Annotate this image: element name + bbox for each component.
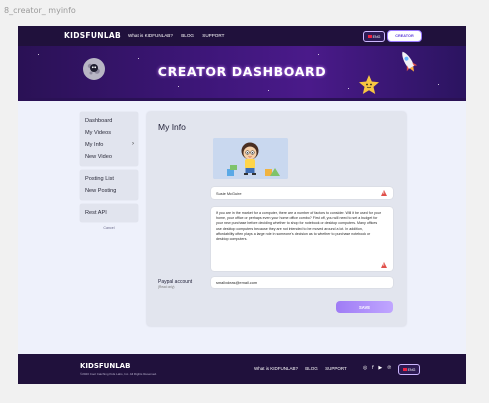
top-nav: KIDSFUNLAB What is KIDFUNLAB? BLOG SUPPO… [18,26,466,46]
pinterest-icon[interactable]: ℗ [387,365,392,371]
sidebar-group-api: Rest API [80,204,138,222]
language-selector[interactable]: ENG [363,31,385,42]
frame-label: 8_creator_ myinfo [4,6,76,15]
girl-with-blocks-icon [213,138,288,179]
paypal-field: smallxdeas@email.com [211,277,393,288]
page: KIDSFUNLAB What is KIDFUNLAB? BLOG SUPPO… [18,26,466,384]
sidebar-item-posting-list[interactable]: Posting List [80,173,138,185]
nav-link-support[interactable]: SUPPORT [202,33,224,38]
bio-value: If you are in the market for a computer,… [216,211,381,242]
star-decoration [138,58,139,59]
my-info-panel: My Info Susie McGuire ! If you are in th… [147,112,406,326]
star-decoration [348,88,350,90]
star-decoration [268,90,269,91]
creator-button[interactable]: CREATOR [387,30,422,42]
sidebar-item-dashboard[interactable]: Dashboard [80,115,138,127]
sidebar-item-my-videos[interactable]: My Videos [80,127,138,139]
footer-link-what-is[interactable]: What is KIDFUNLAB? [254,366,298,371]
sidebar-item-my-info[interactable]: My Info › [80,139,138,151]
footer-links: What is KIDFUNLAB? BLOG SUPPORT [254,366,353,371]
sidebar-group-videos: Dashboard My Videos My Info › New Video [80,112,138,166]
footer-copyright: ©2020 Cool Catching Kids Labs, Inc. All … [80,372,157,376]
hero-strip [18,98,466,101]
name-value: Susie McGuire [216,190,242,196]
chevron-right-icon: › [132,141,134,147]
flag-icon [367,35,372,38]
save-button[interactable]: SAVE [336,301,393,313]
footer-language-selector[interactable]: ENG [398,364,420,375]
star-decoration [318,54,319,55]
sidebar-item-new-video[interactable]: New Video [80,151,138,163]
star-decoration [438,84,439,85]
warning-icon [381,262,387,268]
cancel-link[interactable]: Cancel [80,226,138,230]
sidebar-item-label: My Info [85,142,104,148]
nav-links: What is KIDFUNLAB? BLOG SUPPORT [128,33,231,38]
nav-link-blog[interactable]: BLOG [181,33,194,38]
language-label: ENG [372,34,381,39]
footer: KIDSFUNLAB ©2020 Cool Catching Kids Labs… [18,354,466,384]
footer-social: ◎ f ▶ ℗ [363,365,395,371]
facebook-icon[interactable]: f [372,365,374,371]
site-logo[interactable]: KIDSFUNLAB [64,31,121,40]
hero-banner: CREATOR DASHBOARD [18,46,466,98]
language-label: ENG [407,367,416,372]
warning-icon [381,190,387,196]
star-decoration [38,54,40,56]
bio-textarea[interactable]: If you are in the market for a computer,… [211,207,393,271]
sidebar: Dashboard My Videos My Info › New Video … [80,112,138,230]
instagram-icon[interactable]: ◎ [363,365,367,371]
sidebar-item-rest-api[interactable]: Rest API [80,207,138,219]
paypal-value: smallxdeas@email.com [216,280,258,285]
page-title: My Info [158,122,186,132]
footer-link-blog[interactable]: BLOG [305,366,318,371]
flag-icon [402,368,407,371]
star-decoration [178,86,180,88]
sidebar-group-postings: Posting List New Posting [80,170,138,200]
rocket-icon [402,51,418,72]
avatar[interactable] [213,138,288,179]
star-character-icon [359,75,379,94]
nav-link-what-is[interactable]: What is KIDFUNLAB? [128,33,173,38]
footer-link-support[interactable]: SUPPORT [325,366,347,371]
sidebar-item-new-posting[interactable]: New Posting [80,185,138,197]
footer-logo[interactable]: KIDSFUNLAB [80,362,130,370]
youtube-icon[interactable]: ▶ [378,365,382,371]
paypal-sublabel: (Read only) [158,285,175,289]
name-field[interactable]: Susie McGuire [211,187,393,199]
